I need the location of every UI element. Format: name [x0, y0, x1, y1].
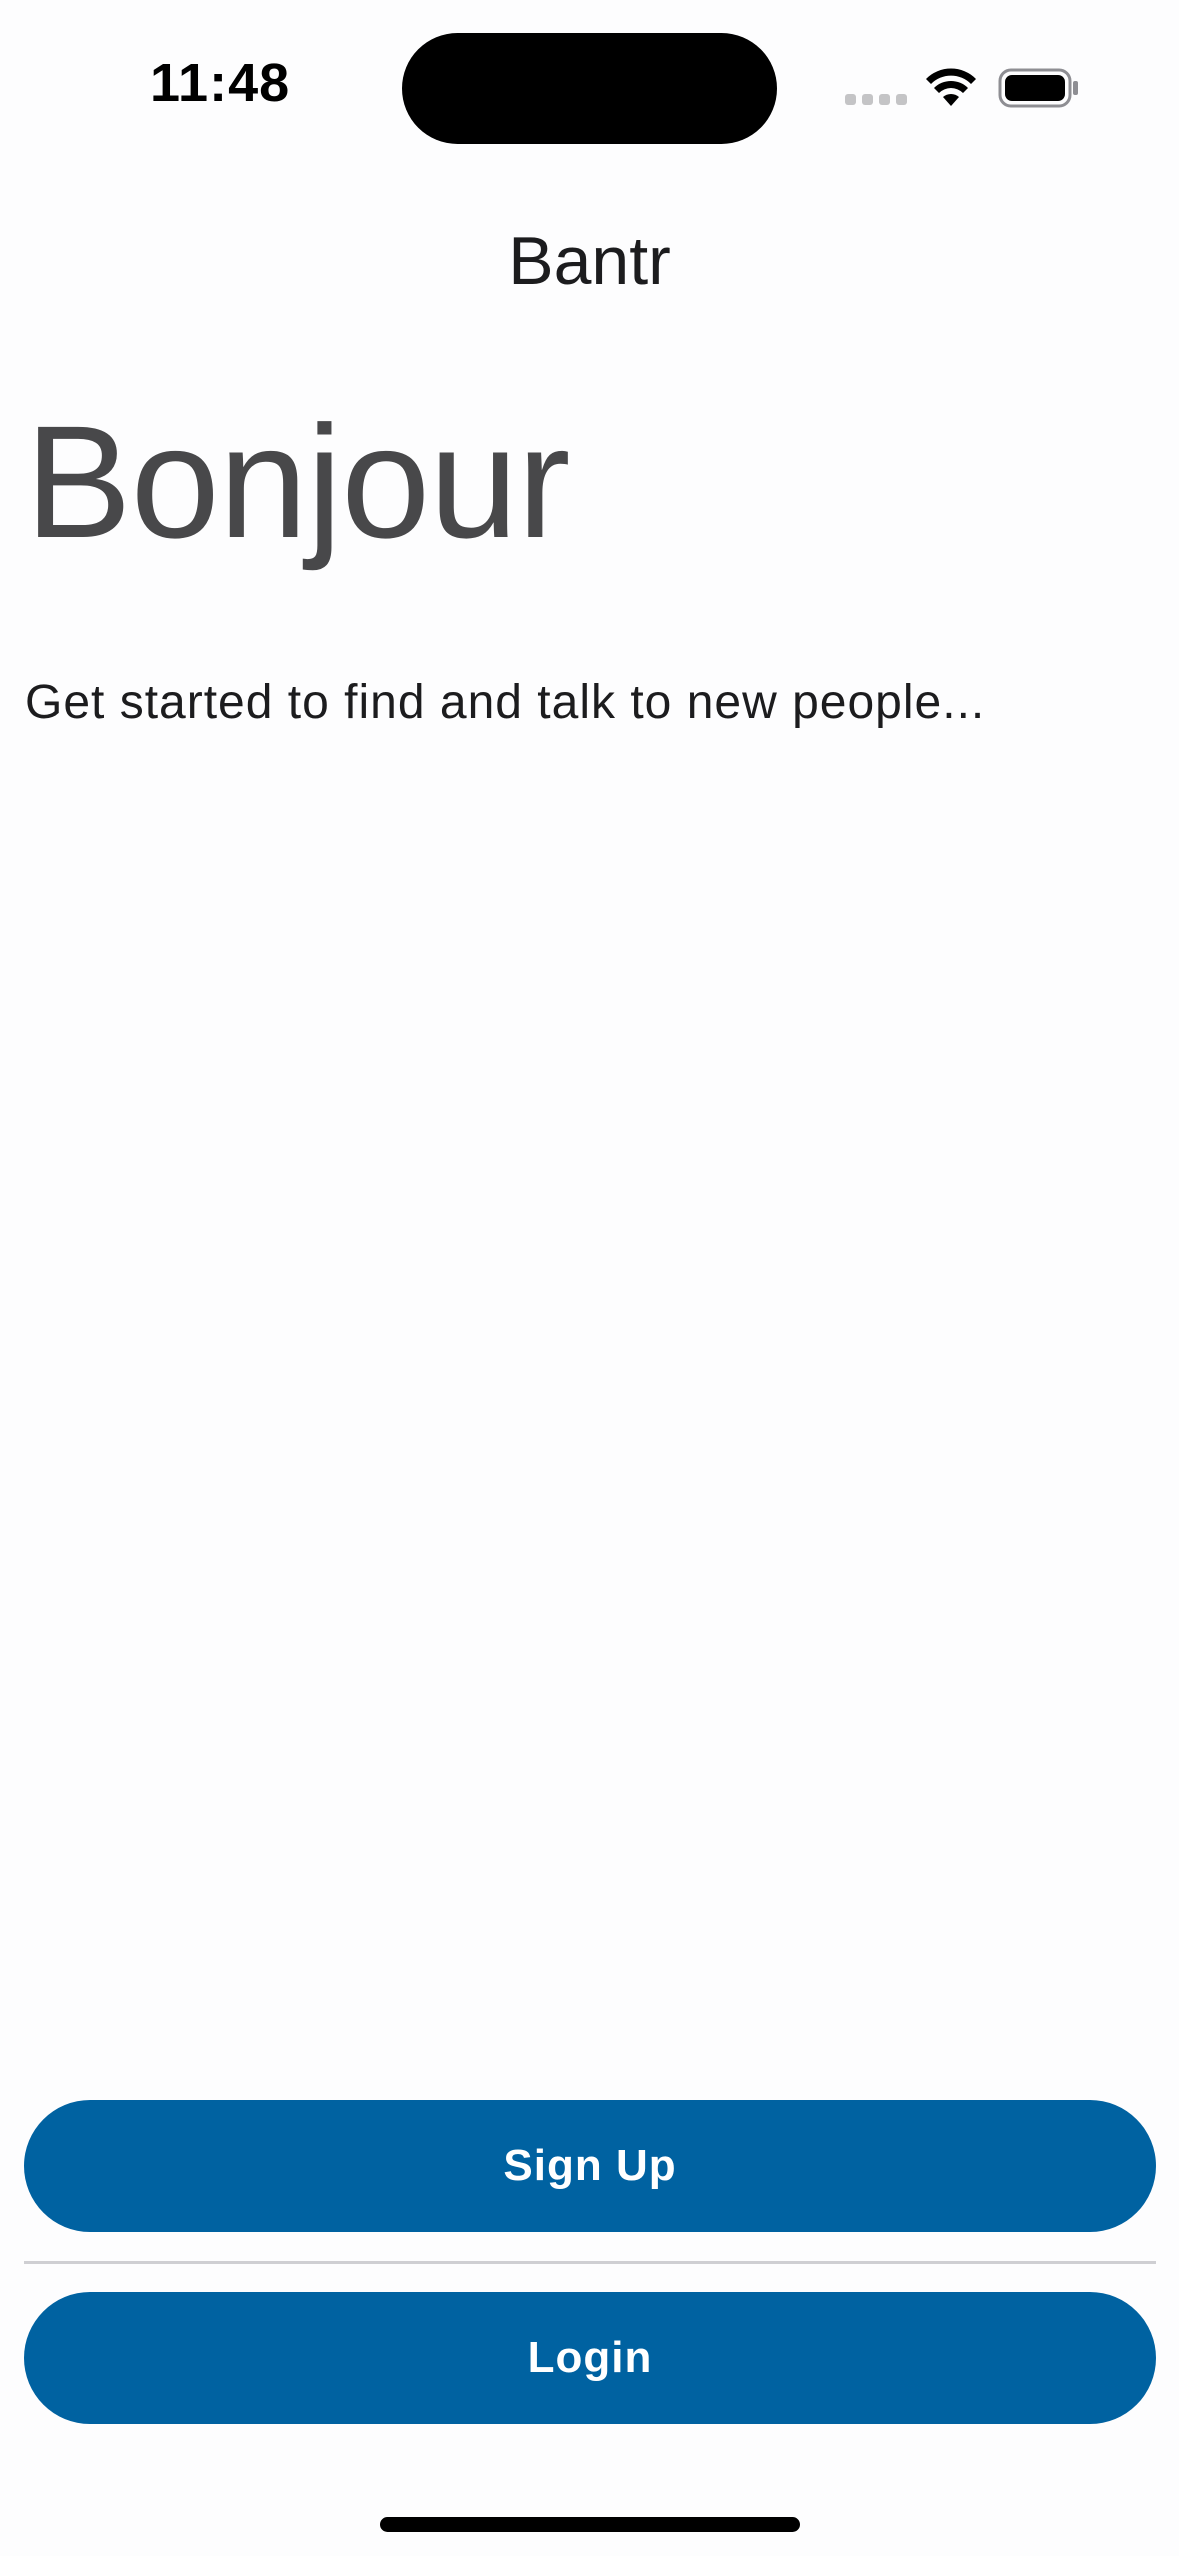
welcome-subtitle: Get started to find and talk to new peop…: [25, 676, 986, 729]
status-time: 11:48: [150, 53, 291, 113]
sign-up-button[interactable]: Sign Up: [24, 2100, 1156, 2232]
app-title: Bantr: [508, 223, 671, 299]
home-indicator[interactable]: [380, 2517, 800, 2532]
battery-icon: [998, 68, 1078, 108]
cellular-signal-icon: [845, 94, 907, 108]
login-button[interactable]: Login: [24, 2292, 1156, 2424]
welcome-headline: Bonjour: [25, 392, 570, 571]
status-bar: 11:48: [0, 0, 1179, 150]
wifi-icon: [926, 68, 976, 106]
divider: [24, 2261, 1156, 2264]
dynamic-island: [402, 33, 777, 144]
